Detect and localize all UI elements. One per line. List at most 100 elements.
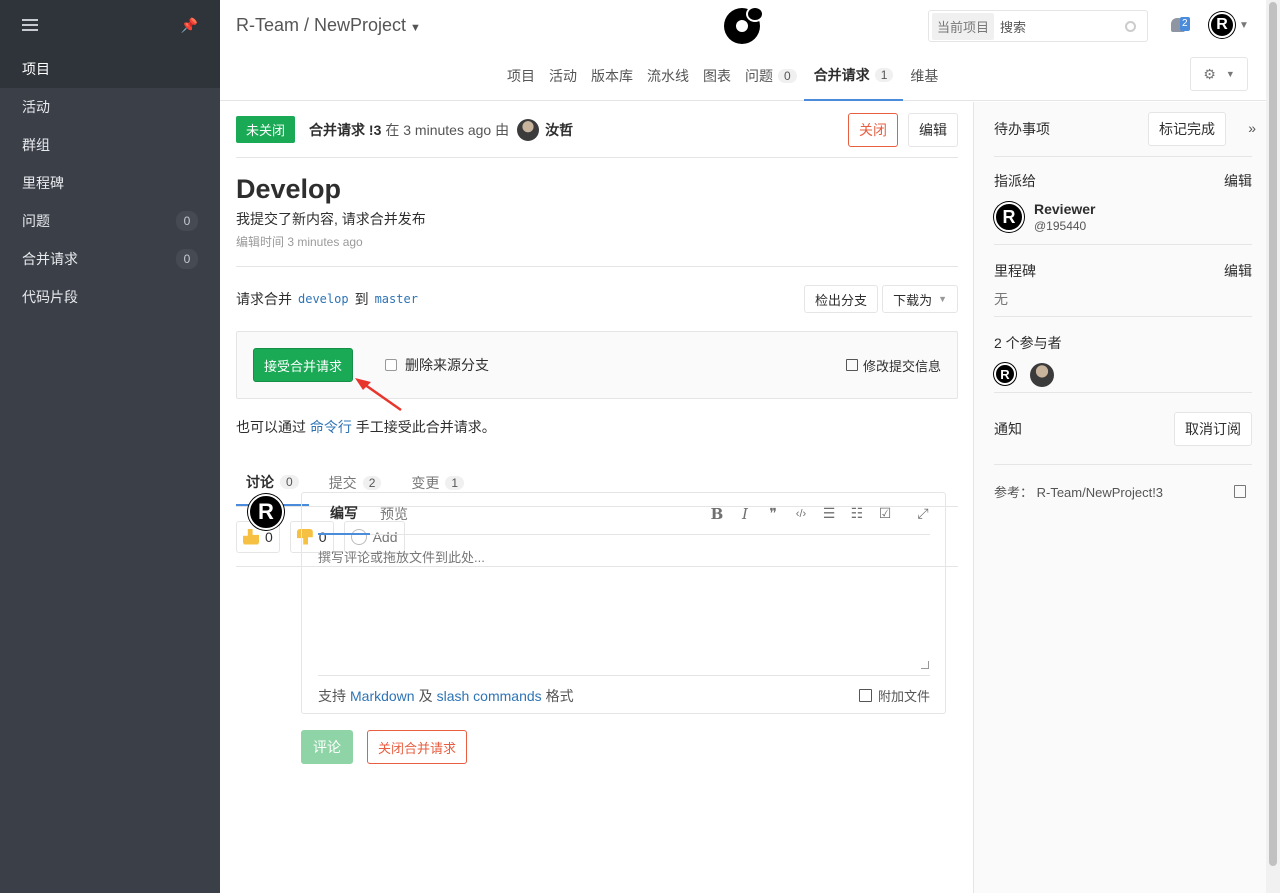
target-branch[interactable]: master (375, 292, 418, 306)
tab-issues[interactable]: 问题 0 (738, 50, 804, 101)
scrollbar-thumb[interactable] (1269, 2, 1277, 866)
tab-project[interactable]: 项目 (500, 50, 542, 101)
fullscreen-icon[interactable]: ⤢ (916, 505, 930, 522)
code-icon[interactable]: ‹/› (794, 508, 808, 520)
tab-label: 图表 (703, 67, 731, 84)
search-icon (1125, 20, 1136, 32)
cli-prefix: 也可以通过 (236, 419, 306, 435)
accept-merge-button[interactable]: 接受合并请求 (253, 348, 354, 382)
collapse-sidebar-icon[interactable]: » (1248, 120, 1256, 136)
footer-and: 及 (418, 687, 433, 704)
participant-avatar[interactable] (1030, 363, 1054, 387)
tab-count: 2 (362, 475, 382, 490)
markdown-link[interactable]: Markdown (350, 688, 415, 704)
tab-count: 1 (445, 475, 465, 490)
sidebar-item-groups[interactable]: 群组 (0, 126, 220, 164)
notification-count-badge: 2 (1180, 17, 1190, 31)
author-name[interactable]: 汝哲 (545, 120, 573, 140)
remove-source-branch-label[interactable]: 删除来源分支 (405, 355, 489, 375)
avatar: R (1209, 12, 1235, 38)
unsubscribe-button[interactable]: 取消订阅 (1174, 411, 1252, 446)
mark-done-button[interactable]: 标记完成 (1148, 112, 1226, 146)
sidebar-item-merge-requests[interactable]: 合并请求 0 (0, 240, 220, 278)
tab-merge-requests[interactable]: 合并请求 1 (803, 50, 904, 101)
user-menu[interactable]: R ▼ (1209, 12, 1249, 38)
notification-block: 通知 取消订阅 (994, 393, 1252, 465)
tab-count: 0 (778, 68, 797, 83)
remove-source-branch-checkbox[interactable] (385, 359, 398, 371)
close-merge-request-button[interactable]: 关闭合并请求 (367, 730, 468, 764)
merge-widget: 接受合并请求 删除来源分支 修改提交信息 (236, 331, 958, 412)
attach-file-button[interactable]: 附加文件 (858, 686, 930, 705)
bullet-list-icon[interactable]: ☰ (822, 505, 836, 522)
assignee-block: 指派给 编辑 R Reviewer @195440 (994, 157, 1252, 245)
sidebar-item-label: 群组 (22, 137, 50, 153)
assignee-info: Reviewer @195440 (1034, 201, 1095, 233)
gear-icon: ⚙ (1203, 65, 1216, 82)
tab-label: 提交 (328, 474, 357, 491)
tab-wiki[interactable]: 维基 (903, 50, 945, 101)
mr-actions: 关闭 编辑 (848, 112, 958, 147)
image-icon (858, 689, 872, 702)
issues-count-badge: 0 (176, 211, 198, 231)
branch-to: 到 (354, 291, 369, 307)
comment-submit-button[interactable]: 评论 (301, 730, 353, 764)
source-branch[interactable]: develop (298, 292, 349, 306)
tab-graphs[interactable]: 图表 (696, 50, 738, 101)
tab-label: 讨论 (246, 473, 274, 490)
page-scrollbar[interactable] (1266, 0, 1280, 893)
milestone-block: 里程碑 编辑 无 (994, 245, 1252, 317)
tab-write[interactable]: 编写 (318, 493, 370, 535)
search-scope[interactable]: 当前项目 (932, 12, 995, 40)
download-dropdown-button[interactable]: 下载为 ▼ (882, 285, 958, 313)
bold-icon[interactable]: B (710, 505, 724, 523)
reference-block: 参考： R-Team/NewProject!3 (994, 465, 1252, 517)
modify-commit-label: 修改提交信息 (862, 358, 941, 374)
resize-handle-icon[interactable] (921, 661, 929, 669)
quote-icon[interactable]: ❞ (766, 505, 780, 522)
checkout-branch-button[interactable]: 检出分支 (804, 285, 879, 313)
assignee[interactable]: R Reviewer @195440 (994, 201, 1252, 233)
edit-button[interactable]: 编辑 (908, 112, 958, 147)
participant-avatar[interactable]: R (994, 363, 1016, 385)
project-title-text: R-Team / NewProject (236, 15, 407, 35)
sidebar-item-snippets[interactable]: 代码片段 (0, 278, 220, 316)
notification-label: 通知 (994, 420, 1022, 437)
assignee-edit-link[interactable]: 编辑 (1224, 171, 1252, 191)
project-subnav: 项目 活动 版本库 流水线 图表 问题 0 合并请求 1 维基 ⚙ ▼ (220, 50, 1266, 101)
task-list-icon[interactable]: ☑ (878, 505, 892, 522)
sidebar-item-activity[interactable]: 活动 (0, 88, 220, 126)
caret-down-icon: ▼ (1239, 19, 1249, 31)
settings-dropdown-button[interactable]: ⚙ ▼ (1190, 57, 1248, 91)
project-title[interactable]: R-Team / NewProject ▼ (236, 15, 421, 36)
cli-hint: 也可以通过 命令行 手工接受此合并请求。 (236, 417, 958, 437)
comment-textarea[interactable]: 撰写评论或拖放文件到此处... (318, 547, 485, 566)
sidebar-item-projects[interactable]: 项目 (0, 50, 220, 88)
tab-label: 活动 (549, 67, 577, 84)
caret-down-icon: ▼ (938, 294, 947, 304)
close-button[interactable]: 关闭 (848, 112, 898, 147)
numbered-list-icon[interactable]: ☷ (850, 505, 864, 522)
slash-commands-link[interactable]: slash commands (437, 688, 542, 704)
branch-prefix: 请求合并 (236, 291, 292, 307)
tab-activity[interactable]: 活动 (542, 50, 584, 101)
pin-icon[interactable]: 📌 (181, 17, 198, 34)
markdown-toolbar: B I ❞ ‹/› ☰ ☷ ☑ ⤢ (710, 505, 930, 523)
top-header: R-Team / NewProject ▼ 当前项目 搜索 2 R ▼ (220, 0, 1266, 50)
copy-icon[interactable] (1234, 484, 1246, 498)
hamburger-icon[interactable] (22, 19, 38, 31)
search-input[interactable]: 当前项目 搜索 (928, 10, 1148, 42)
command-line-link[interactable]: 命令行 (310, 419, 352, 435)
tab-pipelines[interactable]: 流水线 (640, 50, 696, 101)
italic-icon[interactable]: I (738, 505, 752, 523)
mr-time: 在 3 minutes ago 由 (385, 121, 510, 138)
tab-preview[interactable]: 预览 (380, 493, 420, 535)
modify-commit-message-link[interactable]: 修改提交信息 (845, 356, 941, 375)
logo-icon[interactable] (724, 8, 762, 44)
reference-text: 参考： R-Team/NewProject!3 (994, 484, 1164, 500)
sidebar-item-issues[interactable]: 问题 0 (0, 202, 220, 240)
sidebar-item-milestones[interactable]: 里程碑 (0, 164, 220, 202)
tab-repository[interactable]: 版本库 (584, 50, 640, 101)
author-avatar[interactable] (517, 118, 540, 141)
milestone-edit-link[interactable]: 编辑 (1224, 261, 1252, 281)
